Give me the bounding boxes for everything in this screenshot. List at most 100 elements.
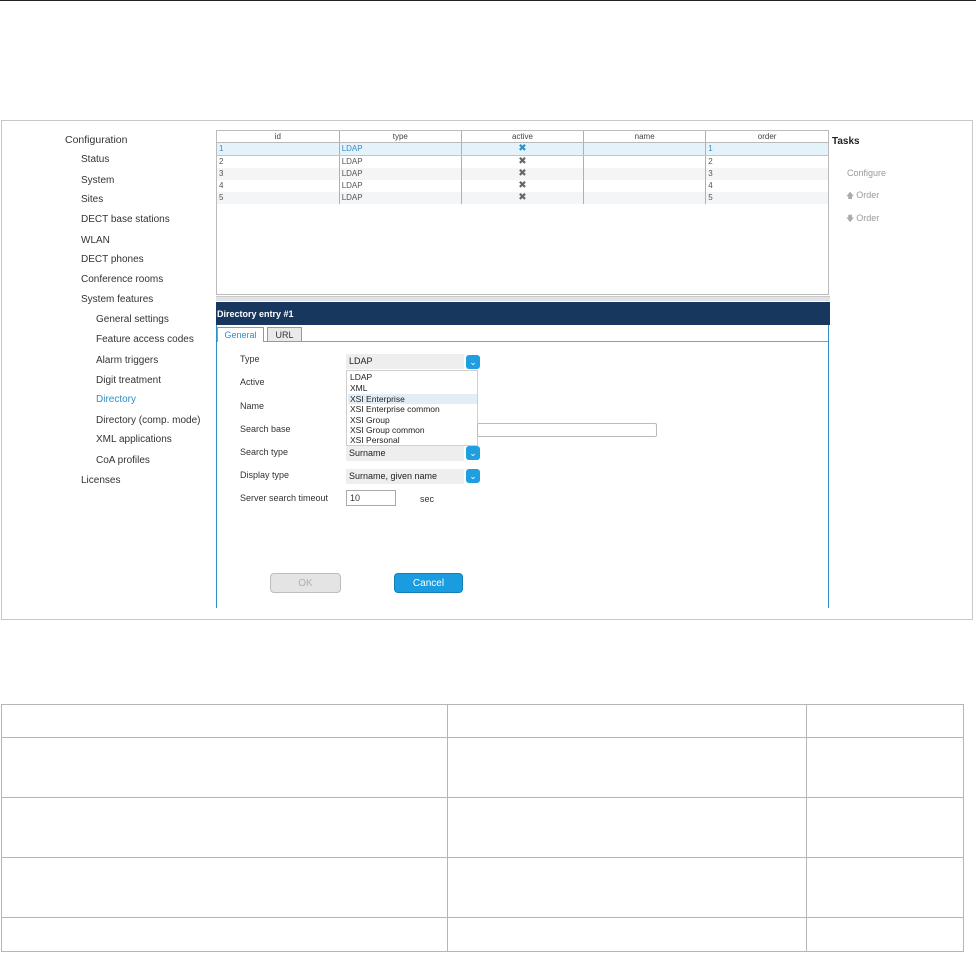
task-order-down[interactable]: 🡇 Order — [846, 213, 879, 227]
table-cell — [806, 703, 964, 739]
task-order-up[interactable]: 🡅 Order — [846, 190, 879, 204]
search-base-label: Search base — [240, 424, 291, 434]
table-row — [1, 916, 964, 953]
tab-general[interactable]: General — [217, 327, 264, 342]
table-row[interactable]: 3 LDAP ✖ 3 — [217, 168, 828, 180]
cell-type: LDAP — [339, 180, 462, 192]
column-header-active[interactable]: active — [461, 131, 585, 143]
nav-subitem-general-settings[interactable]: General settings — [96, 314, 169, 325]
inactive-x-icon: ✖ — [461, 192, 585, 204]
display-type-label: Display type — [240, 470, 290, 480]
cell-id: 5 — [217, 192, 340, 204]
cell-name — [583, 168, 707, 180]
option-xsi-group-common[interactable]: XSI Group common — [350, 425, 425, 435]
table-row — [1, 856, 964, 918]
cell-id: 2 — [217, 155, 340, 168]
server-search-timeout-label: Server search timeout — [240, 493, 329, 503]
inactive-x-icon: ✖ — [461, 142, 585, 156]
cell-id: 3 — [217, 168, 340, 180]
table-cell — [1, 797, 448, 858]
search-type-label: Search type — [240, 447, 289, 457]
cell-order: 2 — [708, 157, 713, 166]
nav-item-status[interactable]: Status — [81, 154, 109, 165]
column-header-id[interactable]: id — [217, 131, 340, 143]
inactive-x-icon: ✖ — [461, 155, 585, 168]
table-cell — [806, 916, 964, 953]
nav-subitem-digit-treatment[interactable]: Digit treatment — [96, 375, 161, 386]
ok-button[interactable]: OK — [270, 573, 341, 593]
table-row[interactable]: 4 LDAP ✖ 4 — [217, 180, 828, 192]
cell-order: 5 — [705, 192, 828, 204]
cell-name — [583, 155, 707, 168]
table-cell — [447, 797, 807, 858]
search-base-input[interactable] — [477, 423, 657, 437]
display-type-select[interactable]: Surname, given name — [346, 469, 464, 484]
column-header-order[interactable]: order — [705, 131, 828, 143]
column-header-name[interactable]: name — [583, 131, 707, 143]
nav-subitem-directory[interactable]: Directory — [96, 394, 136, 405]
nav-subitem-feature-access-codes[interactable]: Feature access codes — [96, 334, 194, 345]
grid-header-row: id type active name order — [217, 131, 828, 143]
dialog-border-right — [828, 325, 829, 608]
table-row[interactable]: 1 LDAP ✖ 1 — [217, 142, 828, 156]
search-type-select[interactable]: Surname — [346, 446, 464, 461]
inactive-x-icon: ✖ — [461, 168, 585, 180]
cell-name — [583, 142, 707, 156]
nav-item-dect-phones[interactable]: DECT phones — [81, 254, 144, 265]
table-row — [1, 797, 964, 858]
arrow-up-icon: 🡅 — [846, 191, 855, 200]
nav-item-dect-base-stations[interactable]: DECT base stations — [81, 214, 170, 225]
nav-item-system-features[interactable]: System features — [81, 294, 153, 305]
option-xsi-enterprise[interactable]: XSI Enterprise — [350, 394, 405, 404]
tasks-title: Tasks — [832, 136, 860, 147]
nav-subitem-xml-applications[interactable]: XML applications — [96, 434, 172, 445]
task-configure[interactable]: Configure — [847, 168, 886, 178]
bottom-table — [1, 703, 964, 953]
cell-type: LDAP — [339, 142, 462, 156]
dialog-border-left — [216, 325, 217, 608]
table-cell — [1, 916, 448, 953]
table-cell — [447, 916, 807, 953]
cell-type: LDAP — [339, 168, 462, 180]
table-cell — [447, 737, 807, 799]
cell-id: 4 — [217, 180, 340, 192]
table-row[interactable]: 5 LDAP ✖ 5 — [217, 192, 828, 204]
nav-subitem-alarm-triggers[interactable]: Alarm triggers — [96, 355, 158, 366]
table-row[interactable]: 2 LDAP ✖ 2 — [217, 155, 828, 168]
nav-item-sites[interactable]: Sites — [81, 194, 103, 205]
cell-name — [583, 180, 707, 192]
option-xsi-personal[interactable]: XSI Personal — [350, 435, 400, 445]
server-search-timeout-input[interactable]: 10 — [346, 490, 396, 506]
nav-item-system[interactable]: System — [81, 175, 114, 186]
option-xml[interactable]: XML — [350, 383, 367, 393]
cell-order: 4 — [708, 181, 713, 190]
nav-item-licenses[interactable]: Licenses — [81, 475, 120, 486]
table-row — [1, 703, 964, 739]
type-label: Type — [240, 354, 260, 364]
type-select[interactable]: LDAP — [346, 354, 464, 369]
nav-item-wlan[interactable]: WLAN — [81, 235, 110, 246]
table-cell — [806, 856, 964, 918]
nav-item-conference-rooms[interactable]: Conference rooms — [81, 274, 163, 285]
tab-url[interactable]: URL — [267, 327, 302, 341]
option-xsi-enterprise-common[interactable]: XSI Enterprise common — [350, 404, 440, 414]
table-cell — [447, 703, 807, 739]
chevron-down-icon[interactable]: ⌄ — [466, 469, 480, 483]
task-order-down-label: Order — [856, 213, 880, 223]
column-header-type[interactable]: type — [339, 131, 462, 143]
panel-splitter[interactable] — [216, 296, 830, 301]
name-label: Name — [240, 401, 265, 411]
table-cell — [1, 737, 448, 799]
dialog-title-bar — [216, 302, 830, 325]
nav-subitem-directory-comp-mode[interactable]: Directory (comp. mode) — [96, 415, 200, 426]
option-ldap[interactable]: LDAP — [350, 372, 372, 382]
nav-subitem-coa-profiles[interactable]: CoA profiles — [96, 455, 150, 466]
cancel-button[interactable]: Cancel — [394, 573, 463, 593]
chevron-down-icon[interactable]: ⌄ — [466, 446, 480, 460]
table-cell — [806, 797, 964, 858]
table-cell — [1, 856, 448, 918]
directory-grid: id type active name order 1 LDAP ✖ 1 2 L… — [216, 130, 829, 295]
nav-root-configuration[interactable]: Configuration — [65, 134, 127, 146]
chevron-down-icon[interactable]: ⌄ — [466, 355, 480, 369]
option-xsi-group[interactable]: XSI Group — [350, 415, 390, 425]
